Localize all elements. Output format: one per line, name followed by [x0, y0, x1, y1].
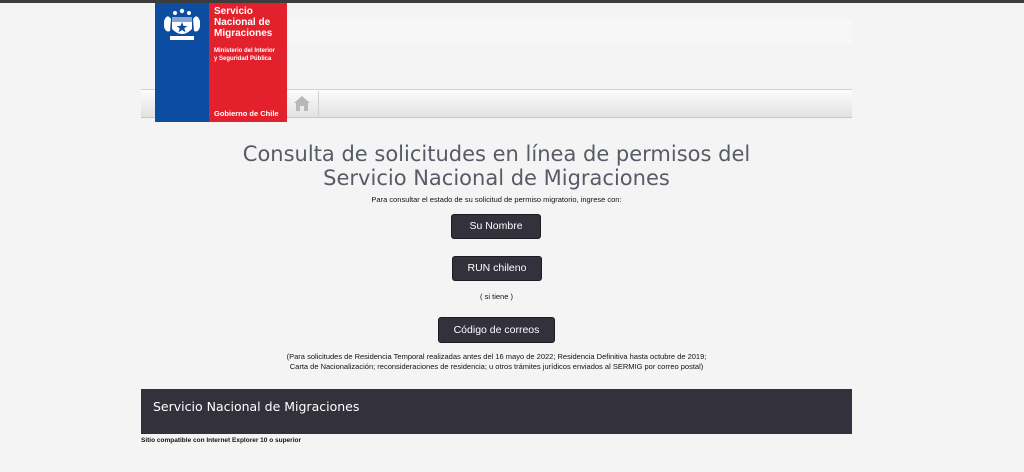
- logo-title-line: Nacional de: [214, 17, 271, 28]
- logo-red-panel: Servicio Nacional de Migraciones Ministe…: [209, 3, 287, 122]
- instructions-text: Para consultar el estado de su solicitud…: [371, 195, 622, 204]
- logo-gobierno-de-chile: Gobierno de Chile: [214, 109, 279, 118]
- logo-ministry-line: y Seguridad Pública: [214, 56, 272, 62]
- page-title: Consulta de solicitudes en línea de perm…: [141, 142, 852, 190]
- coat-of-arms-icon: [164, 8, 200, 40]
- browser-compat-note: Sitio compatible con Internet Explorer 1…: [141, 437, 302, 444]
- footer: Servicio Nacional de Migraciones: [141, 389, 852, 434]
- logo-ministry-line: Ministerio del Interior: [214, 48, 276, 54]
- logo-blue-panel: [155, 3, 209, 122]
- header-strip: [286, 19, 852, 43]
- page-title-line: Servicio Nacional de Migraciones: [323, 166, 670, 190]
- logo-title-line: Migraciones: [214, 28, 273, 39]
- note-line: Carta de Nacionalización; reconsideracio…: [289, 362, 704, 371]
- run-chileno-button[interactable]: RUN chileno: [452, 256, 542, 281]
- codigo-de-correos-button[interactable]: Código de correos: [438, 317, 555, 343]
- su-nombre-button[interactable]: Su Nombre: [451, 214, 541, 239]
- footer-title: Servicio Nacional de Migraciones: [153, 399, 360, 414]
- page-container: Servicio Nacional de Migraciones Ministe…: [141, 3, 852, 472]
- note-line: (Para solicitudes de Residencia Temporal…: [286, 352, 707, 361]
- logo-ministry: Ministerio del Interior y Seguridad Públ…: [214, 47, 286, 63]
- home-icon[interactable]: [293, 95, 311, 112]
- nav-divider: [318, 91, 319, 116]
- codigo-correos-note: (Para solicitudes de Residencia Temporal…: [141, 352, 852, 372]
- page-title-line: Consulta de solicitudes en línea de perm…: [242, 142, 751, 166]
- logo-title-line: Servicio: [214, 6, 253, 17]
- sermig-logo[interactable]: Servicio Nacional de Migraciones Ministe…: [155, 3, 287, 122]
- logo-title: Servicio Nacional de Migraciones: [214, 6, 286, 39]
- si-tiene-note: ( si tiene ): [480, 292, 513, 301]
